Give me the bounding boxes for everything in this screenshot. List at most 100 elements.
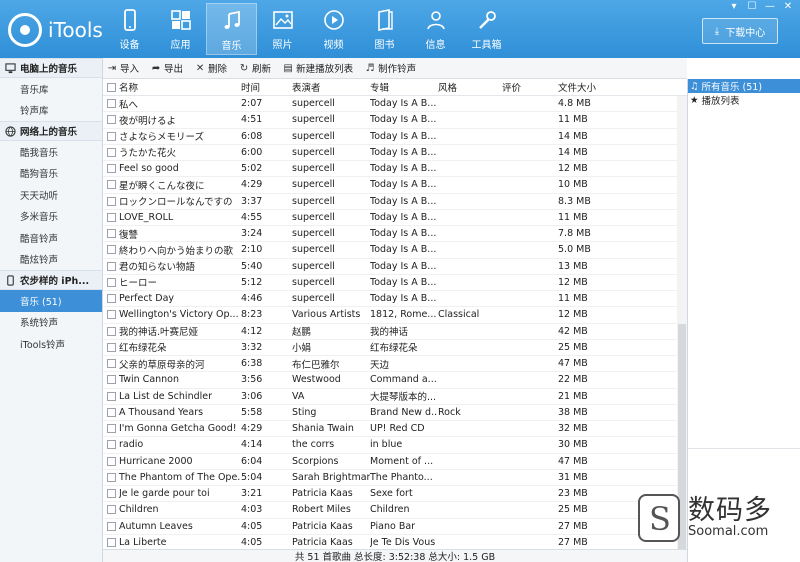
row-checkbox-cell[interactable] [103, 147, 119, 157]
sidebar-item-kugou[interactable]: 酷狗音乐 [0, 163, 102, 185]
select-all-cell[interactable] [103, 82, 119, 92]
row-checkbox-cell[interactable] [103, 424, 119, 434]
select-all-checkbox[interactable] [107, 82, 116, 92]
table-row[interactable]: Autumn Leaves 4:05 Patricia Kaas Piano Bar 2… [103, 519, 687, 535]
row-checkbox[interactable] [107, 342, 116, 352]
row-checkbox-cell[interactable] [103, 472, 119, 482]
nav-info[interactable]: 信息 [410, 3, 461, 55]
row-checkbox-cell[interactable] [103, 359, 119, 369]
table-row[interactable]: うたかた花火 6:00 supercell Today Is A B... 14 MB [103, 145, 687, 161]
row-checkbox[interactable] [107, 472, 116, 482]
row-checkbox[interactable] [107, 424, 116, 434]
table-scrollbar[interactable] [677, 96, 687, 549]
row-checkbox[interactable] [107, 261, 116, 271]
column-header-genre[interactable]: 风格 [438, 80, 502, 94]
table-row[interactable]: Hurricane 2000 6:04 Scorpions Moment of ...… [103, 454, 687, 470]
nav-video[interactable]: 视频 [308, 3, 359, 55]
column-header-name[interactable]: 名称 [119, 80, 241, 94]
table-row[interactable]: I'm Gonna Getcha Good! 4:29 Shania Twain UP… [103, 421, 687, 438]
refresh-button[interactable]: ↻ 刷新 [239, 61, 271, 76]
close-icon[interactable]: ✕ [780, 1, 796, 13]
row-checkbox[interactable] [107, 505, 116, 515]
column-header-rating[interactable]: 评价 [502, 80, 558, 94]
row-checkbox-cell[interactable] [103, 342, 119, 352]
row-checkbox-cell[interactable] [103, 245, 119, 255]
playlists-item[interactable]: ★ 播放列表 [688, 93, 800, 108]
row-checkbox-cell[interactable] [103, 375, 119, 385]
row-checkbox[interactable] [107, 294, 116, 304]
sidebar-item-duomi[interactable]: 多米音乐 [0, 206, 102, 228]
row-checkbox-cell[interactable] [103, 196, 119, 206]
row-checkbox-cell[interactable] [103, 391, 119, 401]
table-row[interactable]: A Thousand Years 5:58 Sting Brand New d... R… [103, 405, 687, 421]
delete-button[interactable]: ✕ 删除 [195, 61, 227, 76]
import-button[interactable]: ⇥ 导入 [107, 61, 139, 76]
table-row[interactable]: 星が瞬くこんな夜に 4:29 supercell Today Is A B... 10 … [103, 177, 687, 194]
row-checkbox[interactable] [107, 212, 116, 222]
all-music-item[interactable]: ♫ 所有音乐 (51) [688, 79, 800, 93]
row-checkbox-cell[interactable] [103, 229, 119, 239]
row-checkbox-cell[interactable] [103, 456, 119, 466]
download-center-button[interactable]: ⤓ 下载中心 [702, 18, 778, 44]
table-row[interactable]: 红布绿花朵 3:32 小娟 红布绿花朵 25 MB [103, 340, 687, 356]
column-header-album[interactable]: 专辑 [370, 80, 438, 94]
row-checkbox[interactable] [107, 131, 116, 141]
row-checkbox-cell[interactable] [103, 521, 119, 531]
row-checkbox-cell[interactable] [103, 99, 119, 109]
table-row[interactable]: radio 4:14 the corrs in blue 30 MB [103, 437, 687, 454]
row-checkbox-cell[interactable] [103, 180, 119, 190]
row-checkbox-cell[interactable] [103, 407, 119, 417]
minimize-icon[interactable]: — [762, 1, 778, 13]
table-row[interactable]: 私へ 2:07 supercell Today Is A B... 4.8 MB [103, 96, 687, 113]
row-checkbox-cell[interactable] [103, 440, 119, 450]
row-checkbox[interactable] [107, 391, 116, 401]
table-row[interactable]: ヒーロー 5:12 supercell Today Is A B... 12 MB [103, 275, 687, 291]
sidebar-item-system-ringtones[interactable]: 系统铃声 [0, 312, 102, 334]
row-checkbox[interactable] [107, 229, 116, 239]
table-row[interactable]: Children 4:03 Robert Miles Children 25 MB [103, 502, 687, 519]
row-checkbox[interactable] [107, 375, 116, 385]
row-checkbox-cell[interactable] [103, 489, 119, 499]
new-playlist-button[interactable]: ▤ 新建播放列表 [283, 61, 353, 76]
row-checkbox-cell[interactable] [103, 537, 119, 547]
row-checkbox[interactable] [107, 164, 116, 174]
row-checkbox-cell[interactable] [103, 310, 119, 320]
sidebar-section-device[interactable]: 农步样的 iPh... [0, 270, 102, 290]
table-row[interactable]: The Phantom of The Ope... 5:04 Sarah Brigh… [103, 470, 687, 486]
sidebar-item-kuwo[interactable]: 酷我音乐 [0, 141, 102, 163]
nav-device[interactable]: 设备 [104, 3, 155, 55]
row-checkbox[interactable] [107, 115, 116, 125]
row-checkbox[interactable] [107, 326, 116, 336]
make-ringtone-button[interactable]: ♬ 制作铃声 [365, 61, 417, 76]
sidebar-item-kuxuan[interactable]: 酷炫铃声 [0, 249, 102, 271]
table-row[interactable]: LOVE_ROLL 4:55 supercell Today Is A B... 11 … [103, 210, 687, 226]
nav-music[interactable]: 音乐 [206, 3, 257, 55]
row-checkbox-cell[interactable] [103, 261, 119, 271]
row-checkbox-cell[interactable] [103, 164, 119, 174]
row-checkbox[interactable] [107, 147, 116, 157]
export-button[interactable]: ➦ 导出 [151, 61, 183, 76]
table-row[interactable]: 夜が明けるよ 4:51 supercell Today Is A B... 11 MB [103, 112, 687, 129]
row-checkbox[interactable] [107, 407, 116, 417]
table-row[interactable]: Perfect Day 4:46 supercell Today Is A B... 1… [103, 291, 687, 308]
table-row[interactable]: 復讐 3:24 supercell Today Is A B... 7.8 MB [103, 226, 687, 243]
table-row[interactable]: Je le garde pour toi 3:21 Patricia Kaas Sex… [103, 486, 687, 503]
row-checkbox[interactable] [107, 456, 116, 466]
row-checkbox[interactable] [107, 359, 116, 369]
menu-icon[interactable]: ▾ [726, 1, 742, 13]
row-checkbox[interactable] [107, 99, 116, 109]
skin-icon[interactable]: ☐ [744, 1, 760, 13]
nav-apps[interactable]: 应用 [155, 3, 206, 55]
sidebar-section-online[interactable]: 网络上的音乐 [0, 121, 102, 141]
column-header-artist[interactable]: 表演者 [292, 80, 370, 94]
column-header-size[interactable]: 文件大小 [558, 80, 622, 94]
nav-books[interactable]: 图书 [359, 3, 410, 55]
sidebar-item-ringtone-library[interactable]: 铃声库 [0, 100, 102, 122]
row-checkbox[interactable] [107, 277, 116, 287]
table-row[interactable]: La Liberte 4:05 Patricia Kaas Je Te Dis Vou… [103, 535, 687, 549]
table-row[interactable]: La List de Schindler 3:06 VA 大提琴版本的... 21 MB [103, 389, 687, 405]
row-checkbox-cell[interactable] [103, 115, 119, 125]
nav-toolbox[interactable]: 工具箱 [461, 3, 512, 55]
row-checkbox-cell[interactable] [103, 326, 119, 336]
row-checkbox-cell[interactable] [103, 131, 119, 141]
